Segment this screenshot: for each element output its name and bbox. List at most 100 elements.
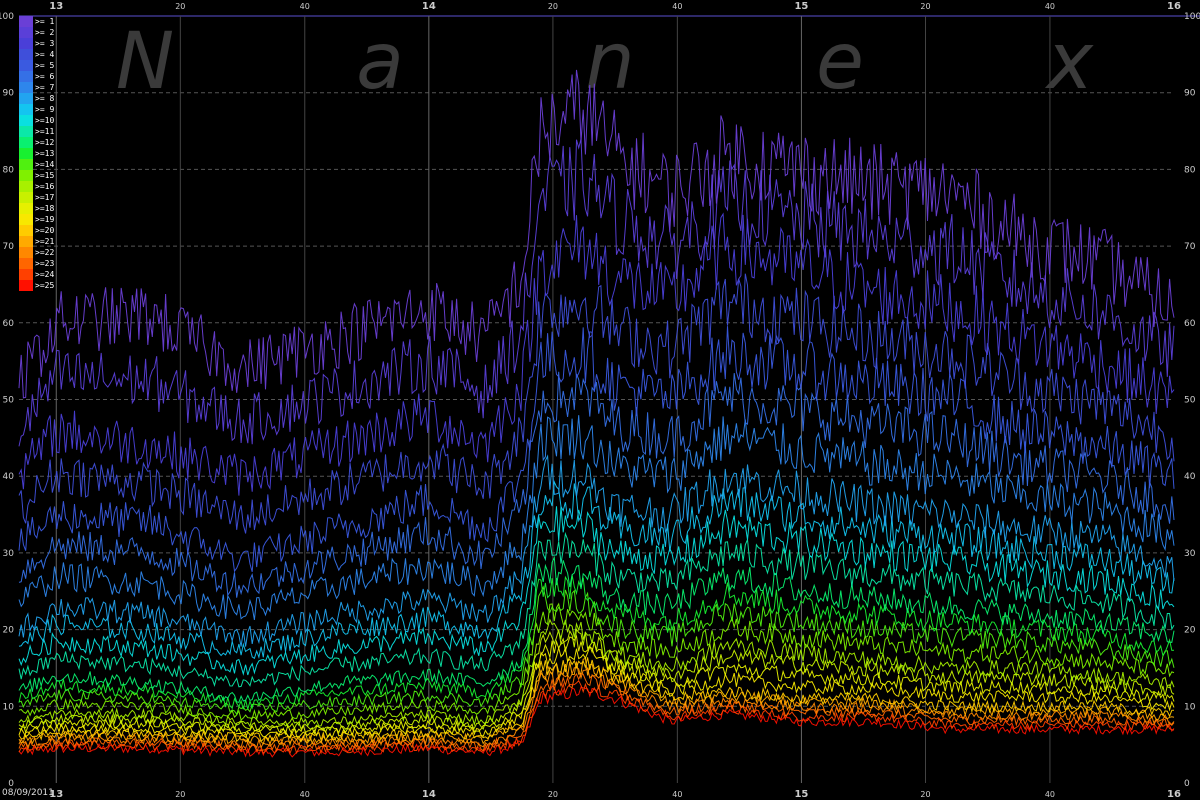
y-tick-label-right: 30 <box>1184 549 1196 559</box>
legend-label: >= 7 <box>35 83 55 92</box>
legend-label: >=20 <box>35 226 55 235</box>
watermark-letter: e <box>816 17 864 107</box>
legend-swatch <box>19 60 33 71</box>
y-tick-label-right: 70 <box>1184 242 1196 252</box>
x-tick-label-top: 16 <box>1167 1 1181 12</box>
x-tick-label-bottom: 40 <box>300 790 310 799</box>
legend-swatch <box>19 49 33 60</box>
y-tick-label-left: 10 <box>3 702 15 712</box>
legend-entry: >=14 <box>19 159 59 170</box>
legend-entry: >=15 <box>19 170 59 181</box>
legend-swatch <box>19 159 33 170</box>
legend-entry: >=21 <box>19 236 59 247</box>
x-tick-label-top: 14 <box>422 1 436 12</box>
legend-swatch <box>19 225 33 236</box>
date-label: 08/09/2011 <box>2 788 54 798</box>
legend-label: >= 5 <box>35 61 55 70</box>
watermark-letter: a <box>356 17 404 107</box>
y-tick-label-right: 80 <box>1184 165 1196 175</box>
y-tick-label-right: 10 <box>1184 702 1196 712</box>
legend-label: >=12 <box>35 138 55 147</box>
legend-label: >= 8 <box>35 94 55 103</box>
legend-swatch <box>19 71 33 82</box>
x-tick-label-top: 40 <box>1045 2 1055 11</box>
y-tick-label-left: 100 <box>0 12 14 22</box>
legend-swatch <box>19 170 33 181</box>
legend-label: >=22 <box>35 248 55 257</box>
legend-entry: >= 9 <box>19 104 59 115</box>
legend-entry: >=12 <box>19 137 59 148</box>
legend-label: >= 1 <box>35 17 55 26</box>
legend-entry: >=25 <box>19 280 59 291</box>
legend-entry: >= 5 <box>19 60 59 71</box>
legend-entry: >=13 <box>19 148 59 159</box>
legend-swatch <box>19 115 33 126</box>
y-tick-label-right: 20 <box>1184 626 1196 636</box>
legend-swatch <box>19 280 33 291</box>
legend-swatch <box>19 269 33 280</box>
legend-swatch <box>19 82 33 93</box>
legend-swatch <box>19 126 33 137</box>
y-tick-label-right: 40 <box>1184 472 1196 482</box>
legend-swatch <box>19 148 33 159</box>
legend-entry: >=16 <box>19 181 59 192</box>
y-tick-label-left: 60 <box>3 319 15 329</box>
y-tick-label-left: 70 <box>3 242 15 252</box>
legend-swatch <box>19 104 33 115</box>
legend-entry: >= 1 <box>19 16 59 27</box>
legend-entry: >= 2 <box>19 27 59 38</box>
legend-entry: >= 4 <box>19 49 59 60</box>
legend-swatch <box>19 214 33 225</box>
legend-swatch <box>19 192 33 203</box>
legend-entry: >=20 <box>19 225 59 236</box>
legend-label: >= 3 <box>35 39 55 48</box>
y-tick-label-left: 50 <box>3 396 15 406</box>
legend-swatch <box>19 181 33 192</box>
legend-label: >=18 <box>35 204 55 213</box>
y-tick-label-left: 90 <box>3 89 15 99</box>
x-tick-label-bottom: 14 <box>422 789 436 800</box>
legend-entry: >= 3 <box>19 38 59 49</box>
x-tick-label-top: 40 <box>672 2 682 11</box>
x-tick-label-top: 13 <box>49 1 63 12</box>
x-tick-label-bottom: 40 <box>672 790 682 799</box>
x-tick-label-bottom: 16 <box>1167 789 1181 800</box>
x-tick-label-top: 15 <box>794 1 808 12</box>
x-tick-label-bottom: 15 <box>794 789 808 800</box>
legend-label: >=16 <box>35 182 55 191</box>
legend-entry: >=18 <box>19 203 59 214</box>
legend-entry: >= 6 <box>19 71 59 82</box>
y-tick-label-right: 50 <box>1184 396 1196 406</box>
y-tick-label-left: 40 <box>3 472 15 482</box>
legend-swatch <box>19 93 33 104</box>
x-tick-label-top: 20 <box>920 2 930 11</box>
y-tick-label-left: 80 <box>3 165 15 175</box>
legend-label: >=15 <box>35 171 55 180</box>
legend-entry: >=17 <box>19 192 59 203</box>
legend-entry: >=10 <box>19 115 59 126</box>
legend-entry: >=23 <box>19 258 59 269</box>
legend-entry: >=19 <box>19 214 59 225</box>
y-tick-label-right: 100 <box>1184 12 1200 22</box>
legend-entry: >=11 <box>19 126 59 137</box>
legend-label: >=25 <box>35 281 55 290</box>
legend-entry: >=24 <box>19 269 59 280</box>
y-tick-label-right: 0 <box>1184 779 1190 789</box>
legend-label: >= 9 <box>35 105 55 114</box>
legend-swatch <box>19 27 33 38</box>
legend-label: >= 2 <box>35 28 55 37</box>
y-tick-label-left: 20 <box>3 626 15 636</box>
legend-swatch <box>19 236 33 247</box>
legend-swatch <box>19 258 33 269</box>
legend-label: >=14 <box>35 160 55 169</box>
watermark-letter: N <box>116 17 174 107</box>
legend-entry: >=22 <box>19 247 59 258</box>
legend-label: >= 6 <box>35 72 55 81</box>
legend-entry: >= 8 <box>19 93 59 104</box>
watermark-letter: x <box>1044 17 1094 107</box>
x-tick-label-top: 40 <box>300 2 310 11</box>
legend-swatch <box>19 137 33 148</box>
legend-label: >=24 <box>35 270 55 279</box>
x-tick-label-bottom: 20 <box>548 790 558 799</box>
watermark-letter: n <box>585 17 634 107</box>
